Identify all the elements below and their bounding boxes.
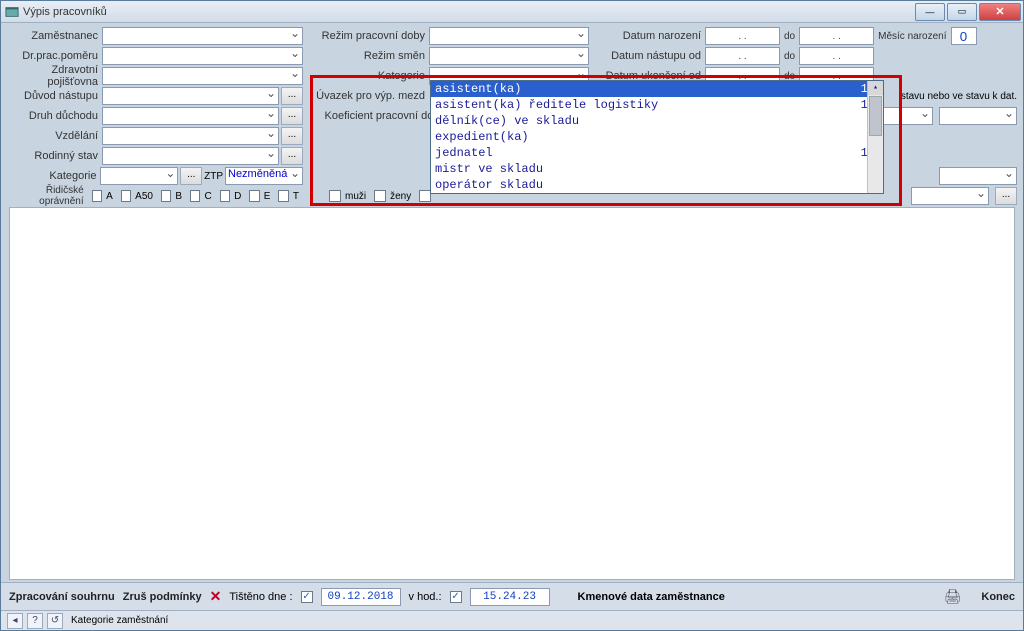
dots-druhduch[interactable]: ...	[281, 107, 303, 125]
maximize-button[interactable]: ▭	[947, 3, 977, 21]
btn-zrus[interactable]: Zruš podmínky	[123, 591, 202, 603]
dots-kategorie[interactable]: ...	[180, 167, 202, 185]
label-koef: Koeficient pracovní doby	[309, 110, 449, 122]
label-ridic: Řidičské oprávnění	[7, 185, 88, 207]
label-zamestnanec: Zaměstnanec	[7, 30, 102, 42]
dropdown-item[interactable]: asistent(ka) ředitele logistiky14	[431, 97, 883, 113]
label-rezimsmen: Režim směn	[309, 50, 429, 62]
date-nast-from[interactable]: . .	[705, 47, 780, 65]
scroll-up-icon[interactable]: ▴	[868, 81, 883, 95]
select-br2[interactable]	[911, 187, 989, 205]
dropdown-item[interactable]: dělník(ce) ve skladu8	[431, 113, 883, 129]
print-icon[interactable]: 🖨	[944, 588, 962, 605]
chk-vhod[interactable]	[450, 591, 462, 603]
select-duvod[interactable]	[102, 87, 279, 105]
dropdown-scrollbar[interactable]: ▴	[867, 81, 883, 193]
scroll-thumb[interactable]	[869, 96, 882, 136]
select-ztp[interactable]: Nezměněná	[225, 167, 303, 185]
chk-zeny[interactable]	[374, 190, 386, 202]
btn-konec[interactable]: Konec	[981, 591, 1015, 603]
select-druhduch[interactable]	[102, 107, 279, 125]
app-icon	[5, 5, 19, 19]
label-duvod: Důvod nástupu	[7, 90, 102, 102]
label-vzdelani: Vzdělání	[7, 130, 102, 142]
chk-ridic-b[interactable]	[161, 190, 171, 202]
date-nar-from[interactable]: . .	[705, 27, 780, 45]
dots-rodstav[interactable]: ...	[281, 147, 303, 165]
dots-vzdelani[interactable]: ...	[281, 127, 303, 145]
dropdown-item[interactable]: operátor skladu4	[431, 177, 883, 193]
dropdown-item[interactable]: mistr ve skladu6	[431, 161, 883, 177]
select-rodstav[interactable]	[102, 147, 279, 165]
label-druhduch: Druh důchodu	[7, 110, 102, 122]
select-rezimsmen[interactable]	[429, 47, 589, 65]
chk-ridic-a[interactable]	[92, 190, 102, 202]
label-kmen: Kmenové data zaměstnance	[578, 591, 725, 603]
label-tisteno: Tištěno dne :	[229, 591, 292, 603]
input-tisteno-time[interactable]	[470, 588, 550, 606]
label-datnar: Datum narození	[595, 30, 705, 42]
label-datnast: Datum nástupu od	[595, 50, 705, 62]
select-stav2[interactable]	[939, 107, 1017, 125]
input-tisteno-date[interactable]	[321, 588, 401, 606]
dropdown-item[interactable]: jednatel18	[431, 145, 883, 161]
select-zdravpoj[interactable]	[102, 67, 303, 85]
btn-zpracovani[interactable]: Zpracování souhrnu	[9, 591, 115, 603]
help-icon-1[interactable]: ◂	[7, 613, 23, 629]
label-rodstav: Rodinný stav	[7, 150, 102, 162]
help-icon-3[interactable]: ↺	[47, 613, 63, 629]
label-zdravpoj: Zdravotní pojišťovna	[7, 64, 102, 88]
label-rezimprac: Režim pracovní doby	[309, 30, 429, 42]
results-area	[9, 207, 1015, 580]
label-mkategorie: Kategorie	[309, 70, 429, 82]
dropdown-item[interactable]: expedient(ka)7	[431, 129, 883, 145]
select-kategorie[interactable]	[100, 167, 178, 185]
label-drprac: Dr.prac.poměru	[7, 50, 102, 62]
chk-ridic-t[interactable]	[278, 190, 288, 202]
label-ztp: ZTP	[202, 171, 225, 182]
select-rezimprac[interactable]	[429, 27, 589, 45]
window-title: Výpis pracovníků	[23, 6, 915, 18]
dots-duvod[interactable]: ...	[281, 87, 303, 105]
minimize-button[interactable]: —	[915, 3, 945, 21]
date-nar-to[interactable]: . .	[799, 27, 874, 45]
select-vzdelani[interactable]	[102, 127, 279, 145]
label-stavtext: stavu nebo ve stavu k dat.	[901, 91, 1017, 102]
label-vhod: v hod.:	[409, 591, 442, 603]
label-mesnar: Měsíc narození	[874, 31, 950, 42]
chk-muzi[interactable]	[329, 190, 341, 202]
dots-br[interactable]: ...	[995, 187, 1017, 205]
select-bottom-right[interactable]	[939, 167, 1017, 185]
chk-ridic-d[interactable]	[220, 190, 230, 202]
select-drprac[interactable]	[102, 47, 303, 65]
cancel-x-icon[interactable]: ✕	[210, 588, 222, 605]
dropdown-kategorie-list[interactable]: asistent(ka)13asistent(ka) ředitele logi…	[430, 80, 884, 194]
label-kategorie: Kategorie	[7, 170, 100, 182]
help-text: Kategorie zaměstnání	[71, 615, 168, 626]
dropdown-item[interactable]: asistent(ka)13	[431, 81, 883, 97]
chk-ridic-e[interactable]	[249, 190, 259, 202]
chk-ridic-a50[interactable]	[121, 190, 131, 202]
select-zamestnanec[interactable]	[102, 27, 303, 45]
input-mesnar[interactable]	[951, 27, 977, 45]
label-uvazek: Úvazek pro výp. mezd	[309, 90, 429, 102]
date-nast-to[interactable]: . .	[799, 47, 874, 65]
close-button[interactable]: ✕	[979, 3, 1021, 21]
chk-ridic-c[interactable]	[190, 190, 200, 202]
help-icon-2[interactable]: ?	[27, 613, 43, 629]
chk-tisteno-dne[interactable]	[301, 591, 313, 603]
